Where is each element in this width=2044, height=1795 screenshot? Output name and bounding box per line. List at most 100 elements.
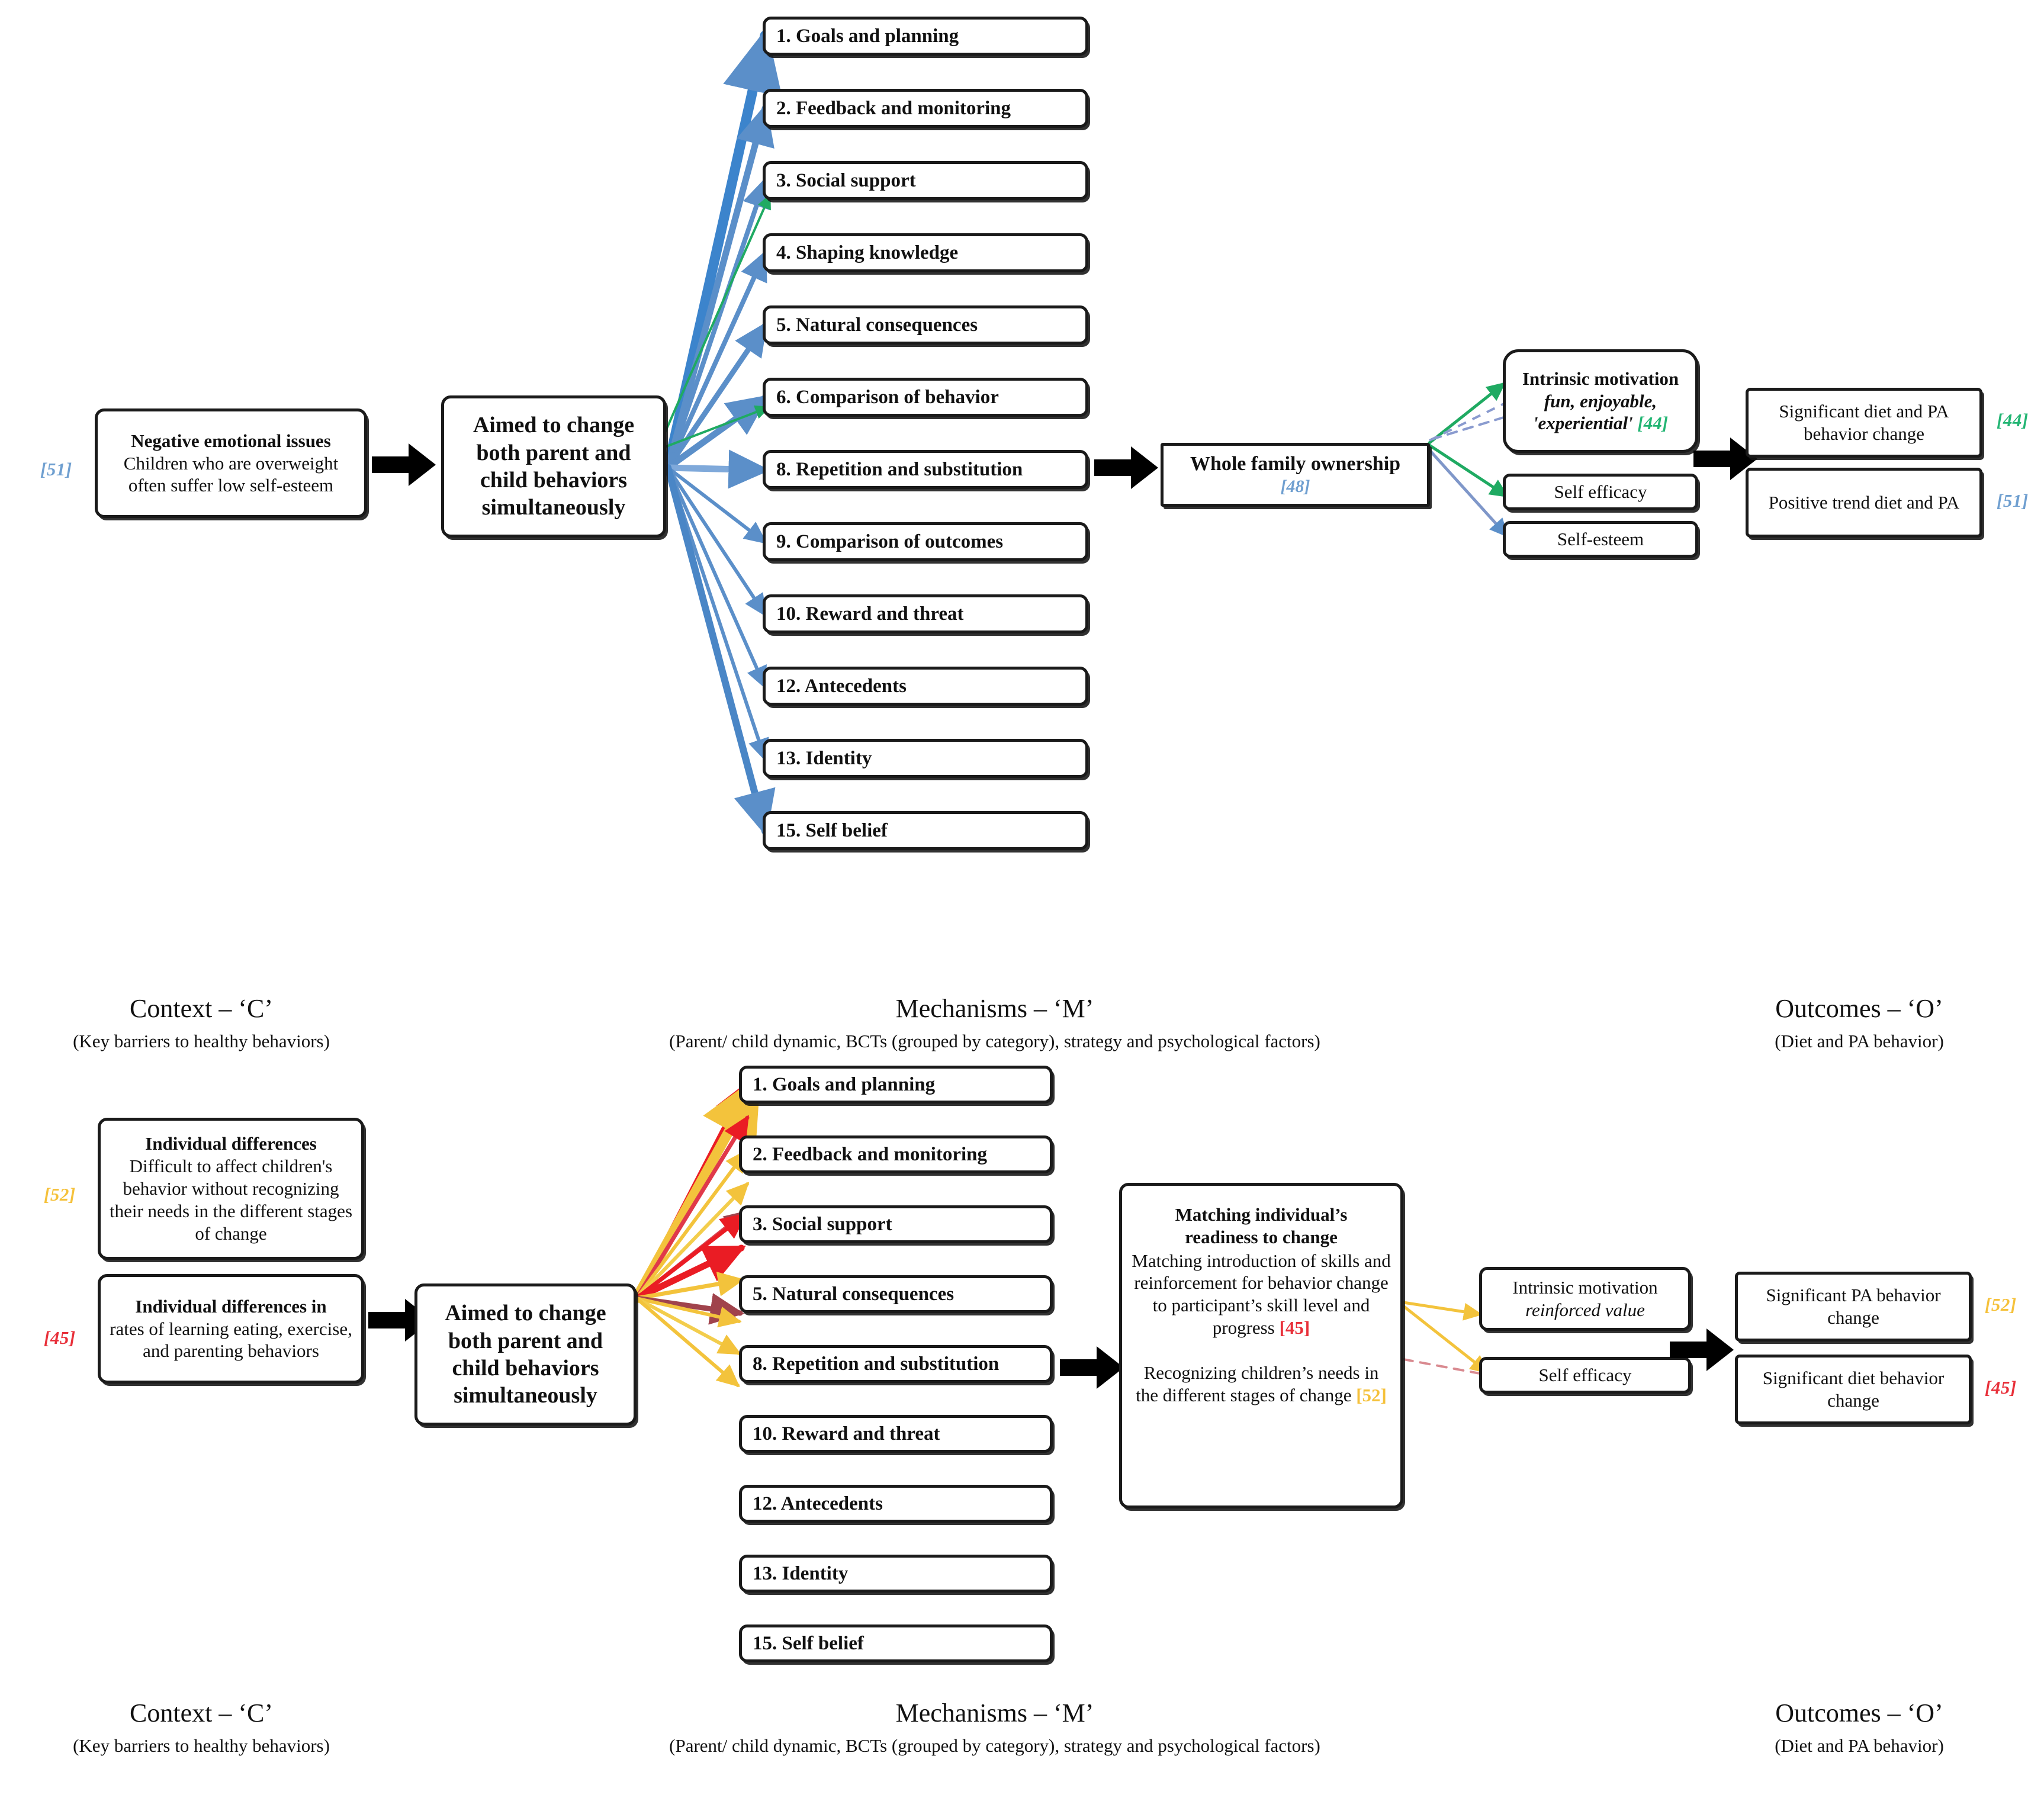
- top-bct-label: 15. Self belief: [776, 819, 888, 841]
- top-psych-self-esteem: Self-esteem: [1503, 521, 1698, 558]
- bottom-context-title: Individual differences: [145, 1133, 317, 1154]
- top-strategy-l4: simultaneously: [481, 495, 626, 520]
- top-outcome-1: Significant diet and PA behavior change: [1746, 388, 1982, 458]
- top-psych-title: Intrinsic motivation: [1522, 368, 1679, 389]
- top-strategy-box: Aimed to change both parent and child be…: [441, 395, 666, 538]
- bottom-bct-12: 12. Antecedents: [739, 1485, 1053, 1523]
- colhead-sub: (Key barriers to healthy behaviors): [73, 1030, 330, 1051]
- bottom-outcome-1: Significant PA behavior change: [1735, 1272, 1972, 1342]
- bottom-bct-15: 15. Self belief: [739, 1624, 1053, 1662]
- colhead-top-context: Context – ‘C’ (Key barriers to healthy b…: [24, 990, 379, 1055]
- top-bct-label: 13. Identity: [776, 747, 872, 769]
- bottom-bct-label: 5. Natural consequences: [753, 1283, 954, 1305]
- bottom-bct-label: 8. Repetition and substitution: [753, 1353, 999, 1375]
- colhead-top-mechanisms: Mechanisms – ‘M’ (Parent/ child dynamic,…: [379, 990, 1611, 1055]
- bottom-bct-label: 1. Goals and planning: [753, 1073, 936, 1095]
- bottom-bct-label: 10. Reward and threat: [753, 1423, 940, 1445]
- top-strategy-l2: both parent and: [476, 440, 631, 465]
- arrow-bct-to-mediator: [1094, 446, 1158, 489]
- bottom-context-box-1: Individual differences Difficult to affe…: [98, 1118, 364, 1260]
- bottom-mediator-para-1: Matching introduction of skills and rein…: [1132, 1250, 1391, 1339]
- bottom-strategy-box: Aimed to change both parent and child be…: [414, 1283, 637, 1426]
- bottom-context-body: Difficult to affect children's behavior …: [109, 1156, 353, 1244]
- bottom-bct-label: 3. Social support: [753, 1213, 892, 1235]
- colhead-title: Mechanisms – ‘M’: [895, 1699, 1094, 1728]
- top-bct-15: 15. Self belief: [763, 811, 1088, 850]
- top-bct-4: 4. Shaping knowledge: [763, 233, 1088, 272]
- top-mediator-ref: [48]: [1280, 477, 1310, 497]
- top-outcome-2-ref: [51]: [1997, 490, 2029, 511]
- colhead-sub: (Diet and PA behavior): [1775, 1030, 1944, 1051]
- bottom-outcome-text: Significant diet behavior change: [1762, 1368, 1945, 1411]
- top-mediator-title: Whole family ownership: [1190, 452, 1401, 475]
- top-bct-label: 6. Comparison of behavior: [776, 386, 999, 408]
- colhead-sub: (Parent/ child dynamic, BCTs (grouped by…: [669, 1735, 1320, 1756]
- top-psych-self-efficacy: Self efficacy: [1503, 474, 1698, 510]
- top-bct-10: 10. Reward and threat: [763, 594, 1088, 633]
- bottom-psych-sub: reinforced value: [1525, 1299, 1645, 1320]
- bottom-outcome-1-ref: [52]: [1985, 1294, 2017, 1315]
- top-outcome-text: Significant diet and PA behavior change: [1779, 401, 1949, 444]
- bottom-strategy-l4: simultaneously: [454, 1383, 597, 1408]
- bottom-mediator-box: Matching individual’s readiness to chang…: [1119, 1183, 1403, 1508]
- top-bct-label: 4. Shaping knowledge: [776, 242, 959, 263]
- bottom-strategy-l3: child behaviors: [452, 1356, 599, 1381]
- top-strategy-l3: child behaviors: [480, 468, 628, 493]
- colhead-title: Outcomes – ‘O’: [1775, 1699, 1943, 1728]
- top-bct-9: 9. Comparison of outcomes: [763, 522, 1088, 561]
- colhead-bottom-outcomes: Outcomes – ‘O’ (Diet and PA behavior): [1693, 1694, 2025, 1759]
- bottom-strategy-l2: both parent and: [448, 1328, 603, 1353]
- top-context-ref: [51]: [40, 459, 72, 480]
- bottom-bct-13: 13. Identity: [739, 1555, 1053, 1593]
- top-outcome-text: Positive trend diet and PA: [1768, 492, 1960, 513]
- top-bct-label: 12. Antecedents: [776, 675, 907, 697]
- bottom-context-box-2: Individual differences in rates of learn…: [98, 1274, 364, 1384]
- bottom-bct-label: 13. Identity: [753, 1562, 849, 1584]
- colhead-top-outcomes: Outcomes – ‘O’ (Diet and PA behavior): [1693, 990, 2025, 1055]
- bottom-bct-label: 15. Self belief: [753, 1632, 864, 1654]
- diagram-canvas: [51] Negative emotional issues Children …: [0, 0, 2044, 1795]
- top-strategy-l1: Aimed to change: [473, 413, 635, 438]
- top-bct-label: 8. Repetition and substitution: [776, 458, 1023, 480]
- top-bct-label: 2. Feedback and monitoring: [776, 97, 1011, 119]
- colhead-title: Context – ‘C’: [130, 994, 273, 1023]
- top-bct-12: 12. Antecedents: [763, 667, 1088, 706]
- top-bct-label: 5. Natural consequences: [776, 314, 978, 336]
- top-bct-label: 1. Goals and planning: [776, 25, 959, 47]
- top-psych-title: Self efficacy: [1554, 481, 1647, 503]
- top-bct-8: 8. Repetition and substitution: [763, 450, 1088, 489]
- arrow-context-to-strategy: [372, 443, 436, 486]
- bottom-context-title: Individual differences in: [135, 1295, 327, 1317]
- top-bct-5: 5. Natural consequences: [763, 305, 1088, 345]
- top-context-box: Negative emotional issues Children who a…: [95, 408, 367, 518]
- top-context-body: Children who are overweight often suffer…: [123, 452, 339, 496]
- top-bct-label: 3. Social support: [776, 169, 916, 191]
- top-outcome-1-ref: [44]: [1997, 410, 2029, 430]
- top-bct-2: 2. Feedback and monitoring: [763, 89, 1088, 128]
- bottom-context-1-ref: [52]: [44, 1184, 76, 1205]
- colhead-title: Mechanisms – ‘M’: [895, 994, 1094, 1023]
- top-psych-ref: [44]: [1637, 413, 1669, 434]
- colhead-sub: (Key barriers to healthy behaviors): [73, 1735, 330, 1756]
- bottom-mediator-para-2-ref: [52]: [1356, 1384, 1387, 1405]
- top-psych-intrinsic-motivation: Intrinsic motivation fun, enjoyable, 'ex…: [1503, 349, 1698, 453]
- bottom-psych-intrinsic-motivation: Intrinsic motivation reinforced value: [1479, 1267, 1691, 1331]
- bottom-mediator-para-2: Recognizing children’s needs in the diff…: [1136, 1362, 1379, 1405]
- bottom-outcome-2: Significant diet behavior change: [1735, 1355, 1972, 1424]
- bottom-psych-title: Self efficacy: [1538, 1365, 1632, 1386]
- arrow-psych-to-outcomes-bottom: [1670, 1328, 1734, 1371]
- bottom-mediator-title-1: Matching individual’s: [1175, 1204, 1348, 1225]
- bottom-bct-3: 3. Social support: [739, 1205, 1053, 1243]
- bottom-bct-5: 5. Natural consequences: [739, 1275, 1053, 1313]
- top-mediator-box: Whole family ownership [48]: [1161, 443, 1430, 507]
- bottom-bct-label: 2. Feedback and monitoring: [753, 1143, 988, 1165]
- bottom-bct-label: 12. Antecedents: [753, 1492, 883, 1514]
- colhead-bottom-mechanisms: Mechanisms – ‘M’ (Parent/ child dynamic,…: [379, 1694, 1611, 1759]
- top-psych-title: Self-esteem: [1557, 529, 1644, 550]
- top-bct-6: 6. Comparison of behavior: [763, 378, 1088, 417]
- top-bct-3: 3. Social support: [763, 161, 1088, 200]
- colhead-title: Outcomes – ‘O’: [1775, 994, 1943, 1023]
- bottom-mediator-para-1-ref: [45]: [1279, 1317, 1310, 1339]
- colhead-sub: (Diet and PA behavior): [1775, 1735, 1944, 1756]
- top-outcome-2: Positive trend diet and PA: [1746, 468, 1982, 538]
